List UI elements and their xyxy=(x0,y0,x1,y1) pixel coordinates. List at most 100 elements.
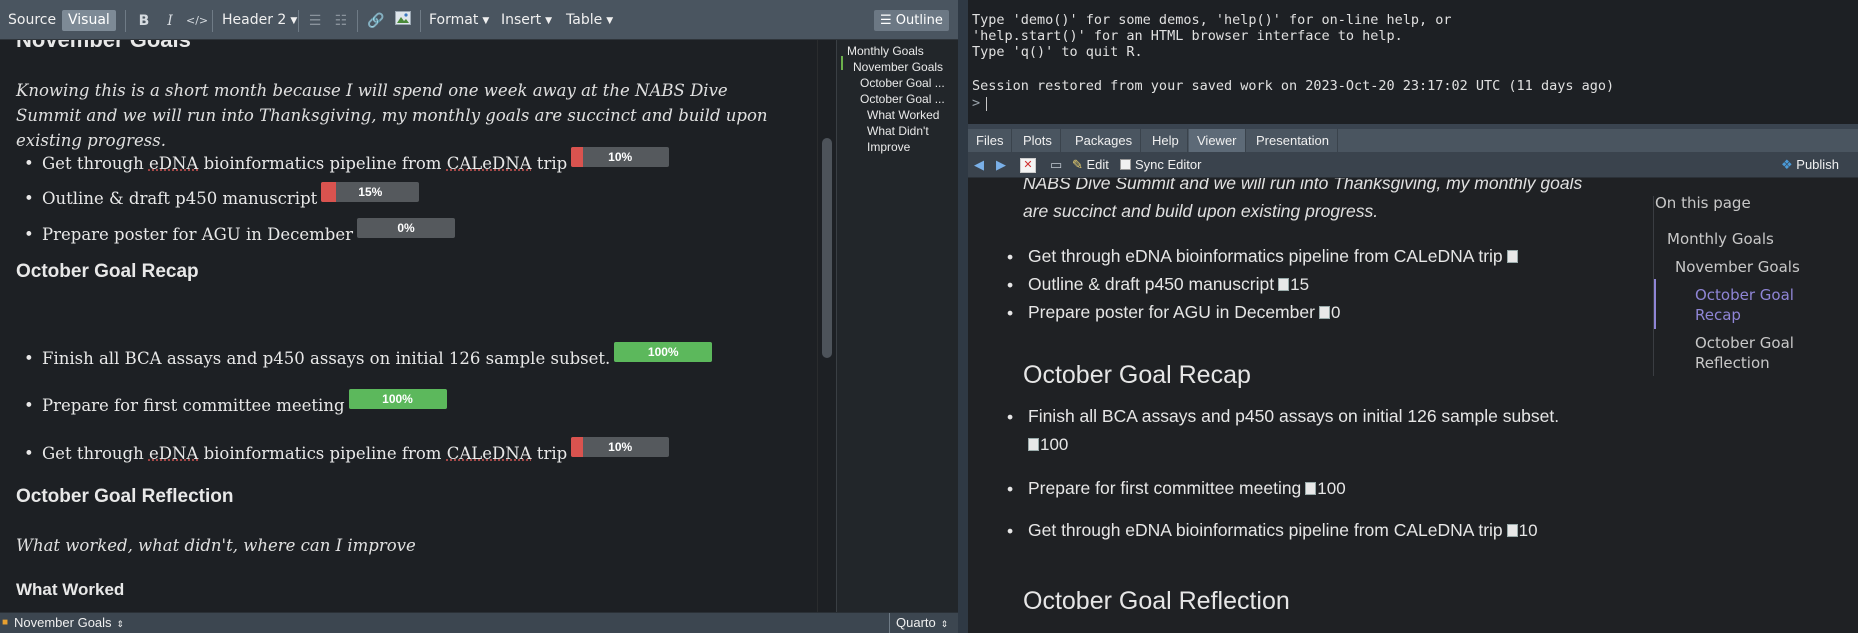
item-text: bioinformatics pipeline from xyxy=(198,154,447,173)
publish-button[interactable]: ❖ Publish xyxy=(1781,156,1839,174)
outline-toggle-button[interactable]: ☰ Outline xyxy=(874,10,949,31)
edit-label: Edit xyxy=(1086,157,1109,172)
visual-mode-button[interactable]: Visual xyxy=(62,10,116,31)
chevron-down-icon: ▼ xyxy=(606,16,614,26)
list-item: • Get through eDNA bioinformatics pipelin… xyxy=(24,147,670,173)
bullet-list-icon[interactable]: ☰ xyxy=(305,11,325,31)
document-type-label: Quarto xyxy=(896,615,936,630)
progress-label: 10% xyxy=(608,440,633,454)
outline-icon: ☰ xyxy=(880,13,896,28)
document-body[interactable]: November Goals Knowing this is a short m… xyxy=(0,40,817,612)
chevron-down-icon: ▼ xyxy=(545,16,553,26)
insert-menu[interactable]: Insert ▼ xyxy=(495,10,558,31)
image-icon[interactable] xyxy=(393,11,413,31)
broken-image: 0 xyxy=(1318,303,1340,323)
code-button[interactable]: </> xyxy=(186,11,208,31)
sync-editor-checkbox[interactable]: Sync Editor xyxy=(1120,156,1201,174)
viewer-list-item: Finish all BCA assays and p450 assays on… xyxy=(1028,406,1559,427)
progress-label: 0% xyxy=(397,221,415,235)
table-menu[interactable]: Table ▼ xyxy=(560,10,619,31)
image-alt-text: 15 xyxy=(1290,275,1310,294)
viewer-list-item: Prepare poster for AGU in December 0 xyxy=(1028,302,1340,323)
toc-item[interactable]: October Goal xyxy=(1695,334,1794,352)
source-mode-button[interactable]: Source xyxy=(2,10,62,31)
progress-label: 10% xyxy=(608,150,633,164)
pane-splitter[interactable] xyxy=(958,0,968,633)
item-text: Get through xyxy=(42,154,149,173)
toolbar-divider xyxy=(212,10,213,32)
link-icon[interactable]: 🔗 xyxy=(366,11,386,31)
toolbar-divider xyxy=(357,10,358,32)
november-intro-paragraph: Knowing this is a short month because I … xyxy=(16,81,768,150)
outline-item[interactable]: What Worked xyxy=(867,108,957,122)
italic-button[interactable]: I xyxy=(160,11,180,31)
console-line: Type 'demo()' for some demos, 'help()' f… xyxy=(972,12,1452,28)
item-text: Prepare for first committee meeting xyxy=(42,396,345,415)
table-menu-label: Table xyxy=(566,12,603,28)
format-menu[interactable]: Format ▼ xyxy=(423,10,495,31)
list-item: • Finish all BCA assays and p450 assays o… xyxy=(24,342,713,368)
outline-item[interactable]: Monthly Goals xyxy=(847,44,957,58)
back-arrow-icon[interactable]: ◀ xyxy=(974,156,984,174)
tab-presentation[interactable]: Presentation xyxy=(1248,129,1338,152)
image-alt-text: 100 xyxy=(1040,435,1069,454)
progress-bar: 100% xyxy=(348,389,447,409)
list-item: • Prepare for first committee meeting 100% xyxy=(24,389,447,415)
toc-item-active[interactable]: Recap xyxy=(1695,306,1741,324)
toc-item[interactable]: Reflection xyxy=(1695,354,1770,372)
forward-arrow-icon[interactable]: ▶ xyxy=(996,156,1006,174)
tab-viewer[interactable]: Viewer xyxy=(1189,129,1246,152)
broken-image: 10 xyxy=(1506,521,1538,541)
viewer-item-text: Finish all BCA assays and p450 assays on… xyxy=(1028,406,1560,426)
item-text: Outline & draft p450 manuscript xyxy=(42,189,318,208)
reflection-paragraph: What worked, what didn't, where can I im… xyxy=(16,536,416,555)
clear-viewer-icon[interactable]: ✕ xyxy=(1020,158,1036,173)
outline-active-indicator xyxy=(841,56,843,70)
item-text: CALeDNA xyxy=(446,444,532,463)
tab-files[interactable]: Files xyxy=(968,129,1013,152)
outline-button-label: Outline xyxy=(895,13,943,28)
numbered-list-icon[interactable]: ☷ xyxy=(331,11,351,31)
progress-label: 100% xyxy=(647,345,679,359)
rstudio-window: Source Visual B I </> Header 2 ▼ ☰ ☷ 🔗 Fo… xyxy=(0,0,1858,633)
item-text: bioinformatics pipeline from xyxy=(198,444,447,463)
block-style-label: Header 2 xyxy=(222,12,287,28)
toc-item[interactable]: November Goals xyxy=(1675,258,1800,276)
block-style-dropdown[interactable]: Header 2 ▼ xyxy=(216,10,303,31)
section-icon: ■ xyxy=(2,617,9,628)
toc-active-indicator xyxy=(1654,279,1656,329)
chevron-updown-icon: ⇕ xyxy=(940,619,949,629)
current-section-dropdown[interactable]: November Goals ⇕ xyxy=(14,615,124,630)
bold-button[interactable]: B xyxy=(134,11,154,31)
tab-packages[interactable]: Packages xyxy=(1067,129,1142,152)
outline-item[interactable]: November Goals xyxy=(853,60,957,74)
editor-scrollbar-thumb[interactable] xyxy=(822,138,832,358)
viewer-item-text: Prepare poster for AGU in December xyxy=(1028,302,1315,322)
popout-icon[interactable]: ▭ xyxy=(1050,156,1062,174)
outline-item[interactable]: October Goal ... xyxy=(860,92,956,106)
tab-plots[interactable]: Plots xyxy=(1015,129,1061,152)
progress-bar: 15% xyxy=(321,182,420,202)
visual-editor-toolbar: Source Visual B I </> Header 2 ▼ ☰ ☷ 🔗 Fo… xyxy=(0,0,958,40)
list-item: • Get through eDNA bioinformatics pipelin… xyxy=(24,437,670,463)
console-line: 'help.start()' for an HTML browser inter… xyxy=(972,28,1403,44)
viewer-list-item-continuation: 100 xyxy=(1028,434,1068,455)
checkbox-box xyxy=(1120,159,1131,170)
r-console[interactable]: Type 'demo()' for some demos, 'help()' f… xyxy=(968,0,1858,124)
publish-label: Publish xyxy=(1796,157,1839,172)
outline-item[interactable]: What Didn't xyxy=(867,124,957,138)
broken-image-icon xyxy=(1506,247,1519,267)
progress-bar: 10% xyxy=(571,437,670,457)
edit-button[interactable]: ✎ Edit xyxy=(1072,156,1109,174)
viewer-item-text: Outline & draft p450 manuscript xyxy=(1028,274,1275,294)
bullet: • xyxy=(1007,275,1014,295)
document-type-dropdown[interactable]: Quarto ⇕ xyxy=(896,615,948,630)
toc-item-active[interactable]: October Goal xyxy=(1695,286,1794,304)
outline-item[interactable]: Improve xyxy=(867,140,957,154)
toc-item[interactable]: Monthly Goals xyxy=(1667,230,1774,248)
tab-help[interactable]: Help xyxy=(1144,129,1188,152)
list-item: • Outline & draft p450 manuscript 15% xyxy=(24,182,420,208)
outline-item[interactable]: October Goal ... xyxy=(860,76,956,90)
editor-pane: Source Visual B I </> Header 2 ▼ ☰ ☷ 🔗 Fo… xyxy=(0,0,958,633)
viewer-list-item: Get through eDNA bioinformatics pipeline… xyxy=(1028,520,1538,541)
